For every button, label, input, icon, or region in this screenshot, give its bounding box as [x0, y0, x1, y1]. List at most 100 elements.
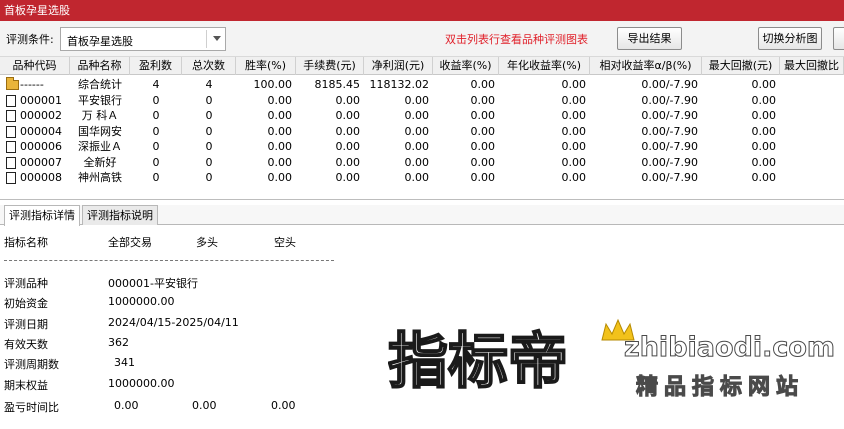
detail-label: 期末权益	[4, 379, 48, 392]
tab-indicator-details[interactable]: 评测指标详情	[4, 205, 80, 226]
detail-label: 评测日期	[4, 318, 48, 331]
table-cell-fee: 8185.45	[314, 78, 361, 91]
table-cell-winrate: 0.00	[267, 171, 293, 184]
table-cell-relative: 0.00/-7.90	[641, 93, 698, 107]
column-header-annual[interactable]: 年化收益率(%)	[499, 57, 590, 75]
table-cell-winrate: 0.00	[267, 155, 293, 169]
table-cell-maxdd: 0.00	[751, 124, 777, 138]
table-cell-total: 0	[205, 140, 213, 153]
detail-label: 盈亏时间比	[4, 401, 59, 414]
detail-header-short: 空头	[274, 236, 296, 249]
table-cell-total: 0	[205, 124, 213, 138]
column-header-code[interactable]: 品种代码	[0, 57, 70, 75]
table-cell-maxdd: 0.00	[751, 93, 777, 107]
table-cell-maxdd: 0.00	[751, 78, 777, 91]
toolbar: 评测条件: 首板孕星选股 双击列表行查看品种评测图表 导出结果 切换分析图	[0, 21, 844, 57]
table-cell-maxdd: 0.00	[751, 155, 777, 169]
tab-indicator-explanation[interactable]: 评测指标说明	[82, 205, 158, 225]
table-cell-name: 综合统计	[78, 78, 122, 91]
detail-header-all: 全部交易	[108, 236, 152, 249]
table-cell-code: 000006	[20, 140, 62, 153]
table-cell-wins: 0	[152, 109, 160, 122]
table-cell-yield: 0.00	[470, 93, 496, 107]
table-cell-code: 000001	[20, 93, 62, 107]
table-cell-winrate: 100.00	[253, 78, 293, 91]
export-button[interactable]: 导出结果	[617, 27, 682, 50]
detail-value: 1000000.00	[108, 377, 175, 390]
table-cell-profit: 0.00	[404, 171, 430, 184]
table-cell-annual: 0.00	[561, 109, 587, 122]
table-cell-profit: 0.00	[404, 109, 430, 122]
detail-label: 初始资金	[4, 297, 48, 310]
column-header-yield[interactable]: 收益率(%)	[433, 57, 499, 75]
column-header-fee[interactable]: 手续费(元)	[296, 57, 364, 75]
checkbox-icon	[6, 110, 16, 122]
chevron-down-icon[interactable]	[213, 36, 221, 41]
table-cell-relative: 0.00/-7.90	[641, 109, 698, 122]
column-header-name[interactable]: 品种名称	[70, 57, 130, 75]
table-cell-relative: 0.00/-7.90	[641, 140, 698, 153]
table-row[interactable]: 000002 万 科Ａ 0 0 0.00 0.00 0.00 0.00 0.00 0.00/-7.…	[0, 108, 844, 124]
table-cell-total: 0	[205, 93, 213, 107]
detail-value: 2024/04/15-2025/04/11	[108, 316, 239, 329]
folder-icon	[6, 77, 19, 90]
combo-separator	[206, 30, 207, 48]
table-cell-wins: 0	[152, 171, 160, 184]
table-cell-yield: 0.00	[470, 155, 496, 169]
table-cell-yield: 0.00	[470, 140, 496, 153]
table-cell-wins: 0	[152, 93, 160, 107]
table-row[interactable]: 000008 神州高铁 0 0 0.00 0.00 0.00 0.00 0.00 0.00/-7.…	[0, 170, 844, 186]
detail-panel: 指标名称 全部交易 多头 空头 评测品种 000001-平安银行 初始资金 10…	[0, 226, 844, 429]
condition-select[interactable]: 首板孕星选股	[60, 27, 226, 51]
table-cell-fee: 0.00	[335, 171, 361, 184]
table-cell-winrate: 0.00	[267, 140, 293, 153]
detail-value: 1000000.00	[108, 295, 175, 308]
table-row[interactable]: 000006 深振业Ａ 0 0 0.00 0.00 0.00 0.00 0.00 0.00/-7.…	[0, 139, 844, 155]
results-table[interactable]: 品种代码 品种名称 盈利数 总次数 胜率(%) 手续费(元) 净利润(元) 收益…	[0, 57, 844, 200]
divider	[4, 260, 334, 261]
table-row[interactable]: 000001 平安银行 0 0 0.00 0.00 0.00 0.00 0.00 0.00/-7.…	[0, 93, 844, 109]
detail-value: 0.00	[192, 399, 217, 412]
switch-chart-button[interactable]: 切换分析图	[758, 27, 822, 50]
table-cell-name: 国华网安	[78, 124, 122, 138]
table-cell-wins: 0	[152, 155, 160, 169]
table-cell-relative: 0.00/-7.90	[641, 124, 698, 138]
checkbox-icon	[6, 156, 16, 169]
table-cell-name: 平安银行	[78, 93, 122, 107]
table-cell-total: 0	[205, 155, 213, 169]
column-header-maxdd[interactable]: 最大回撤(元)	[702, 57, 780, 75]
table-cell-wins: 0	[152, 140, 160, 153]
table-cell-annual: 0.00	[561, 78, 587, 91]
detail-value: 341	[114, 356, 135, 369]
table-cell-winrate: 0.00	[267, 93, 293, 107]
column-header-wins[interactable]: 盈利数	[130, 57, 182, 75]
table-header: 品种代码 品种名称 盈利数 总次数 胜率(%) 手续费(元) 净利润(元) 收益…	[0, 57, 844, 75]
table-cell-code: 000007	[20, 155, 62, 169]
table-cell-annual: 0.00	[561, 140, 587, 153]
table-cell-yield: 0.00	[470, 78, 496, 91]
table-cell-annual: 0.00	[561, 93, 587, 107]
table-cell-fee: 0.00	[335, 109, 361, 122]
table-row[interactable]: ------ 综合统计 4 4 100.00 8185.45 118132.02 0.00 0.…	[0, 77, 844, 93]
checkbox-icon	[6, 125, 16, 138]
detail-label: 评测品种	[4, 277, 48, 290]
detail-value: 000001-平安银行	[108, 277, 198, 290]
table-row[interactable]: 000004 国华网安 0 0 0.00 0.00 0.00 0.00 0.00 0.00/-7.…	[0, 124, 844, 140]
window-title: 首板孕星选股	[4, 4, 70, 17]
column-header-relative[interactable]: 相对收益率α/β(%)	[590, 57, 702, 75]
table-cell-annual: 0.00	[561, 155, 587, 169]
table-cell-annual: 0.00	[561, 171, 587, 184]
column-header-maxdd-ratio[interactable]: 最大回撤比	[780, 57, 844, 75]
column-header-winrate[interactable]: 胜率(%)	[236, 57, 296, 75]
table-row[interactable]: 000007 全新好 0 0 0.00 0.00 0.00 0.00 0.00 0.00/-7.9…	[0, 155, 844, 171]
table-cell-profit: 0.00	[404, 155, 430, 169]
condition-select-value: 首板孕星选股	[67, 35, 133, 48]
condition-label: 评测条件:	[6, 33, 54, 46]
table-cell-fee: 0.00	[335, 155, 361, 169]
extra-button[interactable]	[833, 27, 844, 50]
detail-tabs: 评测指标详情 评测指标说明	[0, 205, 844, 226]
table-cell-yield: 0.00	[470, 109, 496, 122]
detail-header-long: 多头	[196, 236, 218, 249]
column-header-total[interactable]: 总次数	[182, 57, 236, 75]
column-header-profit[interactable]: 净利润(元)	[364, 57, 433, 75]
